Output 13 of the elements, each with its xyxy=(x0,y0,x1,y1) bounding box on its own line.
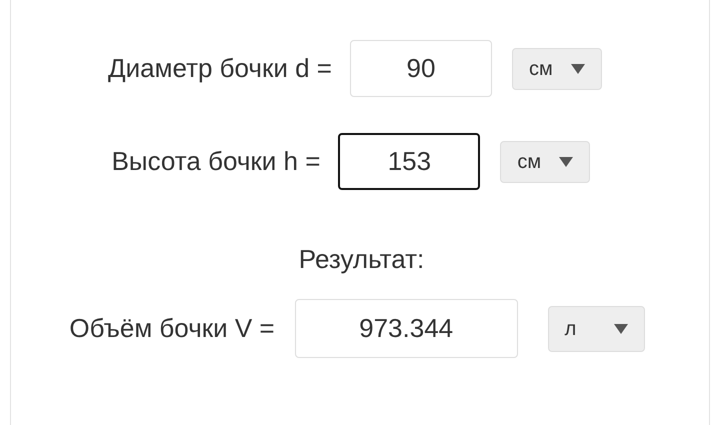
result-heading: Результат: xyxy=(298,243,424,276)
unit-select[interactable]: см xyxy=(500,140,590,182)
result-label: Объём бочки V = xyxy=(69,312,275,345)
field-label: Диаметр бочки d = xyxy=(108,52,332,85)
number-field[interactable]: 153 xyxy=(338,133,480,190)
number-field[interactable]: 90 xyxy=(350,40,492,97)
caret-icon xyxy=(559,156,574,166)
unit-select[interactable]: л xyxy=(548,306,645,352)
caret-icon xyxy=(570,64,585,74)
caret-icon xyxy=(614,324,628,334)
field-label: Высота бочки h = xyxy=(112,145,320,178)
unit-select[interactable]: см xyxy=(512,48,602,90)
result-field: 973.344 xyxy=(294,299,518,358)
